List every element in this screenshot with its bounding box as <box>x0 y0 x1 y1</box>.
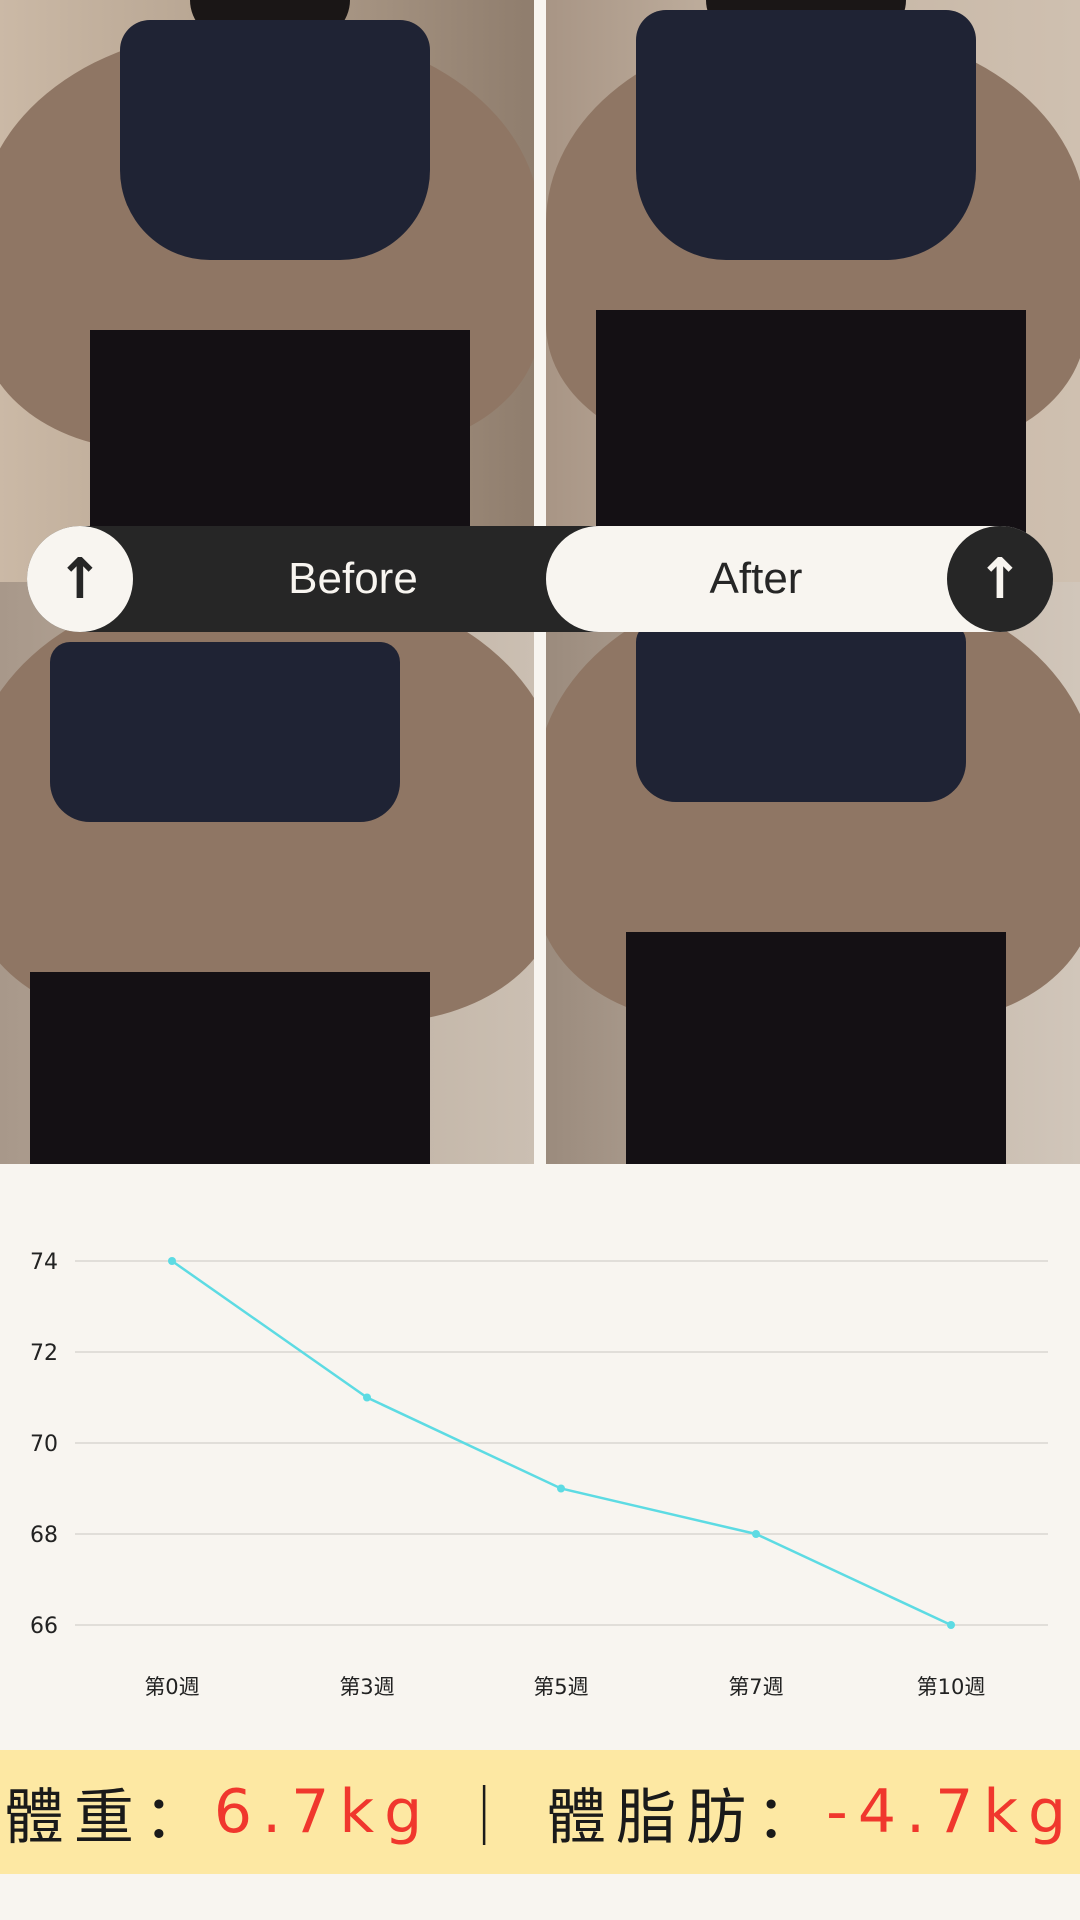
x-tick-label: 第7週 <box>728 1675 783 1699</box>
data-point <box>363 1393 371 1402</box>
before-after-toggle[interactable]: ↑ Before After ↑ <box>27 526 1053 632</box>
weight-line-chart: 74 72 70 68 66 第0週 第3週 第5週 第7週 第10週 <box>30 1250 1048 1699</box>
x-tick-label: 第3週 <box>339 1675 394 1699</box>
x-tick-label: 第0週 <box>144 1675 199 1699</box>
after-pill[interactable]: After ↑ <box>546 526 1053 632</box>
y-tick-label: 70 <box>30 1432 58 1457</box>
after-label[interactable]: After <box>546 526 966 632</box>
y-tick-label: 74 <box>30 1250 58 1275</box>
x-tick-label: 第5週 <box>533 1675 588 1699</box>
data-point <box>752 1530 760 1538</box>
summary-separator: ｜ <box>454 1782 525 1853</box>
arrow-up-icon[interactable]: ↑ <box>947 526 1053 632</box>
result-summary-bar: 體重： 6.7kg ｜ 體脂肪： -4.7kg <box>0 1750 1080 1874</box>
y-tick-label: 66 <box>30 1614 58 1639</box>
x-tick-label: 第10週 <box>917 1675 986 1699</box>
data-point <box>168 1257 176 1265</box>
after-back-photo <box>546 582 1080 1164</box>
after-front-photo <box>546 0 1080 582</box>
arrow-up-icon[interactable]: ↑ <box>27 526 133 632</box>
before-front-photo <box>0 0 534 582</box>
y-tick-label: 68 <box>30 1523 58 1548</box>
weight-value: 6.7kg <box>213 1777 433 1847</box>
fat-label: 體脂肪： <box>546 1782 827 1853</box>
weight-label: 體重： <box>3 1782 214 1853</box>
fat-value: -4.7kg <box>826 1777 1077 1847</box>
before-back-photo <box>0 582 534 1164</box>
before-label[interactable]: Before <box>133 526 573 632</box>
data-point <box>557 1484 565 1493</box>
y-tick-label: 72 <box>30 1341 58 1366</box>
data-point <box>947 1621 955 1629</box>
